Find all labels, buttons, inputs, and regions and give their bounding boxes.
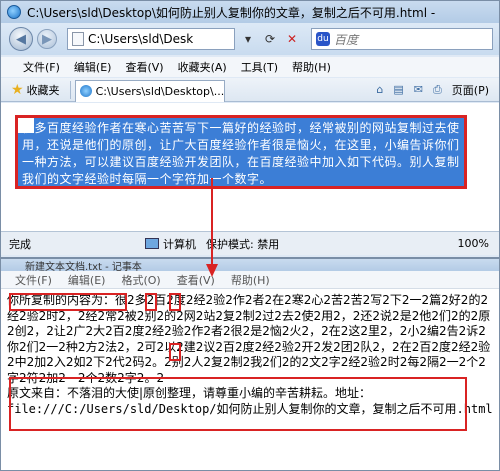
selected-text-box[interactable]: 很多百度经验作者在寒心苦苦写下一篇好的经验时，经常被别的网站复制过去使用，还说是… [15, 115, 467, 189]
menu-edit[interactable]: 编辑(E) [74, 59, 112, 75]
dropdown-icon[interactable]: ▾ [239, 28, 257, 50]
favorites-star-icon: ★ [11, 81, 24, 98]
computer-icon [145, 238, 159, 249]
tab-label: C:\Users\sld\Desktop\...记事本 [95, 85, 224, 98]
browser-titlebar: C:\Users\sld\Desktop\如何防止别人复制你的文章，复制之后不可… [1, 1, 499, 23]
highlight-prefix-box [9, 293, 127, 311]
browser-title: C:\Users\sld\Desktop\如何防止别人复制你的文章，复制之后不可… [27, 5, 436, 20]
highlight-digit-box-2 [169, 293, 181, 311]
stop-icon[interactable]: ✕ [283, 28, 301, 50]
address-bar[interactable]: C:\Users\sld\Desk [67, 28, 235, 50]
status-bar: 完成 计算机 保护模式: 禁用 100% [1, 231, 499, 255]
feeds-icon[interactable]: ▤ [393, 83, 403, 96]
search-box[interactable]: du 百度 [311, 28, 493, 50]
divider [69, 80, 71, 99]
tab-current[interactable]: C:\Users\sld\Desktop\...记事本 [74, 79, 225, 102]
highlight-digit-box-1 [145, 293, 157, 311]
menu-tools[interactable]: 工具(T) [241, 59, 278, 75]
highlight-digit-box-3 [169, 343, 181, 361]
selection-start-marker [18, 118, 34, 133]
down-arrow-icon [206, 178, 218, 277]
mail-icon[interactable]: ✉ [414, 83, 423, 96]
np-menu-edit[interactable]: 编辑(E) [68, 272, 106, 288]
ie-logo-icon [7, 5, 21, 19]
status-zone: 计算机 [163, 237, 196, 251]
selected-text: 很多百度经验作者在寒心苦苦写下一篇好的经验时，经常被别的网站复制过去使用，还说是… [22, 121, 460, 186]
np-menu-format[interactable]: 格式(O) [121, 272, 160, 288]
refresh-icon[interactable]: ⟳ [261, 28, 279, 50]
browser-menubar: 文件(F) 编辑(E) 查看(V) 收藏夹(A) 工具(T) 帮助(H) [1, 57, 499, 77]
browser-navbar: ◀ ▶ C:\Users\sld\Desk ▾ ⟳ ✕ du 百度 [1, 23, 499, 55]
notepad-menubar: 文件(F) 编辑(E) 格式(O) 查看(V) 帮助(H) [1, 271, 499, 289]
forward-button[interactable]: ▶ [37, 29, 57, 49]
zoom-level[interactable]: 100% [458, 237, 489, 250]
command-bar: ⌂ ▤ ✉ ⎙ 页面(P) [376, 82, 499, 98]
np-menu-help[interactable]: 帮助(H) [231, 272, 270, 288]
page-menu[interactable]: 页面(P) [452, 82, 489, 98]
back-button[interactable]: ◀ [9, 27, 33, 51]
search-placeholder: 百度 [334, 32, 359, 47]
favorites-bar: ★ 收藏夹 C:\Users\sld\Desktop\...记事本 ⌂ ▤ ✉ … [1, 78, 499, 102]
baidu-icon: du [316, 32, 330, 46]
np-menu-file[interactable]: 文件(F) [15, 272, 52, 288]
browser-window: C:\Users\sld\Desktop\如何防止别人复制你的文章，复制之后不可… [0, 0, 500, 258]
page-icon [72, 32, 84, 46]
highlight-source-box [9, 377, 467, 431]
print-icon[interactable]: ⎙ [433, 83, 442, 97]
notepad-window: 新建文本文档.txt - 记事本 文件(F) 编辑(E) 格式(O) 查看(V)… [0, 258, 500, 471]
menu-file[interactable]: 文件(F) [23, 59, 60, 75]
address-text: C:\Users\sld\Desk [88, 32, 194, 46]
menu-view[interactable]: 查看(V) [125, 59, 163, 75]
tab-ie-icon [79, 85, 92, 97]
menu-help[interactable]: 帮助(H) [292, 59, 331, 75]
status-ready: 完成 [9, 237, 31, 251]
menu-favorites[interactable]: 收藏夹(A) [178, 59, 227, 75]
notepad-title: 新建文本文档.txt - 记事本 [1, 259, 499, 273]
favorites-button[interactable]: 收藏夹 [27, 82, 60, 98]
home-icon[interactable]: ⌂ [376, 83, 383, 96]
page-content: 很多百度经验作者在寒心苦苦写下一篇好的经验时，经常被别的网站复制过去使用，还说是… [1, 103, 499, 231]
